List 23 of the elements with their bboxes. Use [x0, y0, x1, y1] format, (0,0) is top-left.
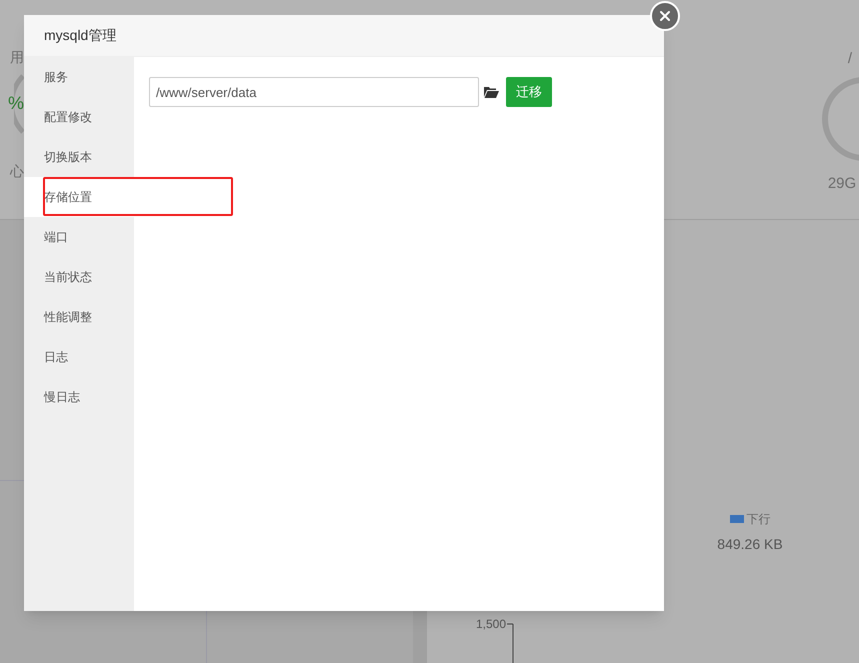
sidebar-item[interactable]: 日志: [24, 337, 134, 377]
y-axis: [507, 623, 516, 663]
close-icon: [657, 8, 673, 24]
dialog-title: mysqld管理: [44, 26, 116, 45]
folder-icon[interactable]: [484, 86, 499, 98]
disk-size: 29G: [828, 174, 856, 194]
sidebar-item[interactable]: 慢日志: [24, 377, 134, 417]
path-field[interactable]: /www/server/data: [149, 77, 479, 107]
sidebar-item[interactable]: 配置修改: [24, 97, 134, 137]
cores-label: 心: [10, 162, 24, 181]
usage-percent: %: [8, 92, 24, 115]
download-value: 849.26 KB: [717, 535, 783, 554]
legend-label: 下行: [746, 511, 770, 528]
sidebar-item[interactable]: 存储位置: [24, 177, 134, 217]
usage-label: 用: [10, 48, 24, 67]
legend-swatch-icon: [730, 515, 744, 523]
sidebar-item[interactable]: 当前状态: [24, 257, 134, 297]
sidebar-item[interactable]: 服务: [24, 57, 134, 97]
sidebar-item[interactable]: 性能调整: [24, 297, 134, 337]
sidebar-item[interactable]: 切换版本: [24, 137, 134, 177]
disk-label: /: [848, 49, 852, 69]
y-axis-tick: 1,500: [476, 616, 506, 633]
sidebar-item[interactable]: 端口: [24, 217, 134, 257]
